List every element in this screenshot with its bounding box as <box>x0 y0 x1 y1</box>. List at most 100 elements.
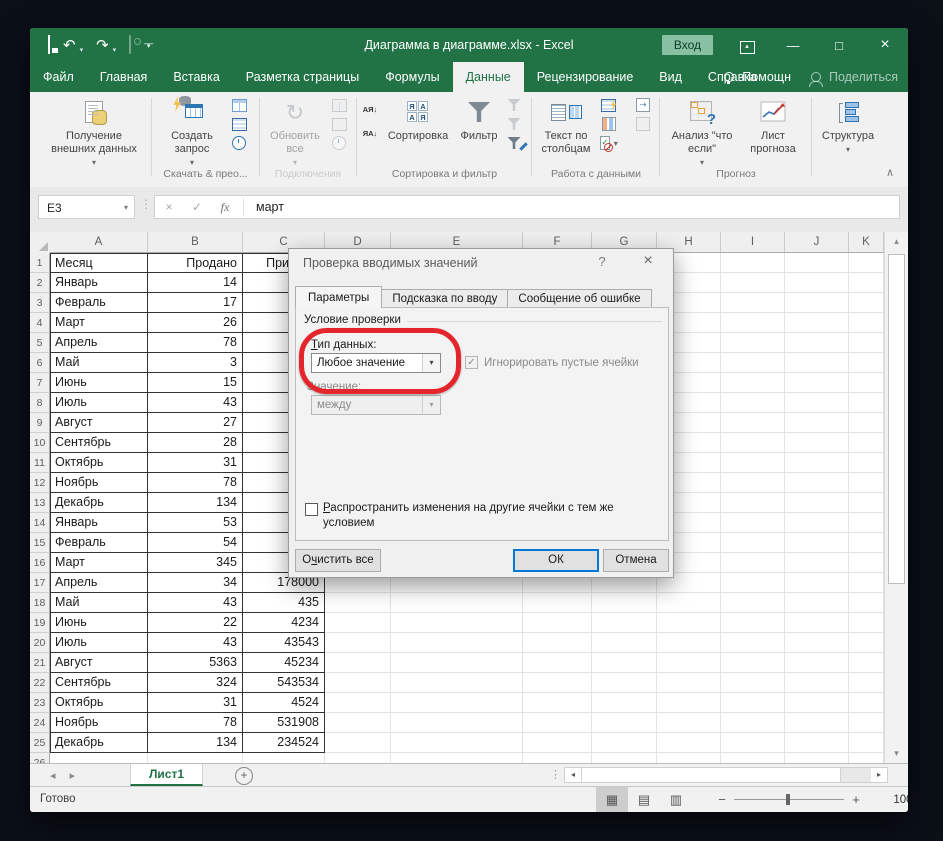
cell-D20[interactable] <box>325 633 391 653</box>
cell-J7[interactable] <box>785 373 849 393</box>
cell-J22[interactable] <box>785 673 849 693</box>
cell-E21[interactable] <box>391 653 523 673</box>
cell-B25[interactable]: 134 <box>148 733 243 753</box>
cell-H24[interactable] <box>657 713 721 733</box>
cell-J4[interactable] <box>785 313 849 333</box>
scroll-up-icon[interactable]: ▴ <box>885 236 908 247</box>
row-header-8[interactable]: 8 <box>30 393 50 413</box>
row-header-16[interactable]: 16 <box>30 553 50 573</box>
cancel-button[interactable]: Отмена <box>603 549 669 572</box>
zoom-in-button[interactable]: + <box>844 792 868 807</box>
row-header-2[interactable]: 2 <box>30 273 50 293</box>
cell-K15[interactable] <box>849 533 884 553</box>
cell-K13[interactable] <box>849 493 884 513</box>
cell-F25[interactable] <box>523 733 592 753</box>
cell-I11[interactable] <box>721 453 785 473</box>
apply-to-all-checkbox[interactable] <box>305 503 318 516</box>
cell-E22[interactable] <box>391 673 523 693</box>
cell-J3[interactable] <box>785 293 849 313</box>
cell-E19[interactable] <box>391 613 523 633</box>
cell-D24[interactable] <box>325 713 391 733</box>
clear-all-button[interactable]: Очистить все <box>295 549 381 572</box>
ok-button[interactable]: ОК <box>513 549 599 572</box>
from-table-icon[interactable] <box>231 98 247 112</box>
cell-F18[interactable] <box>523 593 592 613</box>
cell-E24[interactable] <box>391 713 523 733</box>
cell-A14[interactable]: Январь <box>50 513 148 533</box>
row-header-18[interactable]: 18 <box>30 593 50 613</box>
from-range-icon[interactable] <box>231 117 247 131</box>
cell-I5[interactable] <box>721 333 785 353</box>
cell-B17[interactable]: 34 <box>148 573 243 593</box>
cell-H19[interactable] <box>657 613 721 633</box>
cell-J6[interactable] <box>785 353 849 373</box>
cell-I3[interactable] <box>721 293 785 313</box>
cell-B20[interactable]: 43 <box>148 633 243 653</box>
cell-I15[interactable] <box>721 533 785 553</box>
cell-H18[interactable] <box>657 593 721 613</box>
zoom-level[interactable]: 100 % <box>882 794 908 806</box>
row-header-23[interactable]: 23 <box>30 693 50 713</box>
cell-G19[interactable] <box>592 613 657 633</box>
menu-tab-Главная[interactable]: Главная <box>87 62 161 92</box>
row-header-6[interactable]: 6 <box>30 353 50 373</box>
structure-button[interactable]: Структура▾ <box>813 96 883 156</box>
sort-button[interactable]: ЯА АЯ Сортировка <box>384 96 452 143</box>
cell-C21[interactable]: 45234 <box>243 653 325 673</box>
cell-H20[interactable] <box>657 633 721 653</box>
cell-G18[interactable] <box>592 593 657 613</box>
cell-I8[interactable] <box>721 393 785 413</box>
cell-B13[interactable]: 134 <box>148 493 243 513</box>
cell-E25[interactable] <box>391 733 523 753</box>
cell-A16[interactable]: Март <box>50 553 148 573</box>
cell-A9[interactable]: Август <box>50 413 148 433</box>
cell-A20[interactable]: Июль <box>50 633 148 653</box>
cell-A13[interactable]: Декабрь <box>50 493 148 513</box>
cell-C23[interactable]: 4524 <box>243 693 325 713</box>
consolidate-icon[interactable]: ⇢ <box>635 98 651 112</box>
sheet-tab[interactable]: Лист1 <box>130 764 203 786</box>
cell-K25[interactable] <box>849 733 884 753</box>
cell-I2[interactable] <box>721 273 785 293</box>
row-header-17[interactable]: 17 <box>30 573 50 593</box>
cell-C26[interactable] <box>243 753 325 763</box>
row-header-11[interactable]: 11 <box>30 453 50 473</box>
column-header-J[interactable]: J <box>785 232 849 253</box>
cell-K19[interactable] <box>849 613 884 633</box>
cell-A24[interactable]: Ноябрь <box>50 713 148 733</box>
data-validation-icon[interactable]: ✓▾ <box>601 136 617 150</box>
cell-I19[interactable] <box>721 613 785 633</box>
cell-A18[interactable]: Май <box>50 593 148 613</box>
cell-J12[interactable] <box>785 473 849 493</box>
dialog-tab-3[interactable]: Сообщение об ошибке <box>507 289 651 308</box>
cell-I26[interactable] <box>721 753 785 763</box>
sort-ascending-icon[interactable]: АЯ↓ <box>362 102 378 116</box>
cell-A25[interactable]: Декабрь <box>50 733 148 753</box>
share-button[interactable]: Поделиться <box>829 70 898 84</box>
cell-I13[interactable] <box>721 493 785 513</box>
cell-K4[interactable] <box>849 313 884 333</box>
get-external-data-button[interactable]: Получение внешних данных▾ <box>44 96 144 169</box>
cell-H22[interactable] <box>657 673 721 693</box>
cell-K2[interactable] <box>849 273 884 293</box>
cell-E26[interactable] <box>391 753 523 763</box>
cell-A23[interactable]: Октябрь <box>50 693 148 713</box>
cell-I1[interactable] <box>721 253 785 273</box>
cell-I4[interactable] <box>721 313 785 333</box>
cell-K3[interactable] <box>849 293 884 313</box>
view-normal-button[interactable]: ▦ <box>596 787 628 812</box>
cell-B18[interactable]: 43 <box>148 593 243 613</box>
cell-K23[interactable] <box>849 693 884 713</box>
cell-I17[interactable] <box>721 573 785 593</box>
cell-K11[interactable] <box>849 453 884 473</box>
cell-K7[interactable] <box>849 373 884 393</box>
dialog-help-icon[interactable]: ? <box>591 254 613 269</box>
cell-J20[interactable] <box>785 633 849 653</box>
cell-E23[interactable] <box>391 693 523 713</box>
cell-I18[interactable] <box>721 593 785 613</box>
dialog-tab-2[interactable]: Подсказка по вводу <box>381 289 508 308</box>
cell-J15[interactable] <box>785 533 849 553</box>
cell-J2[interactable] <box>785 273 849 293</box>
formula-bar-handle[interactable]: ⋮ <box>140 197 153 211</box>
cell-B16[interactable]: 345 <box>148 553 243 573</box>
